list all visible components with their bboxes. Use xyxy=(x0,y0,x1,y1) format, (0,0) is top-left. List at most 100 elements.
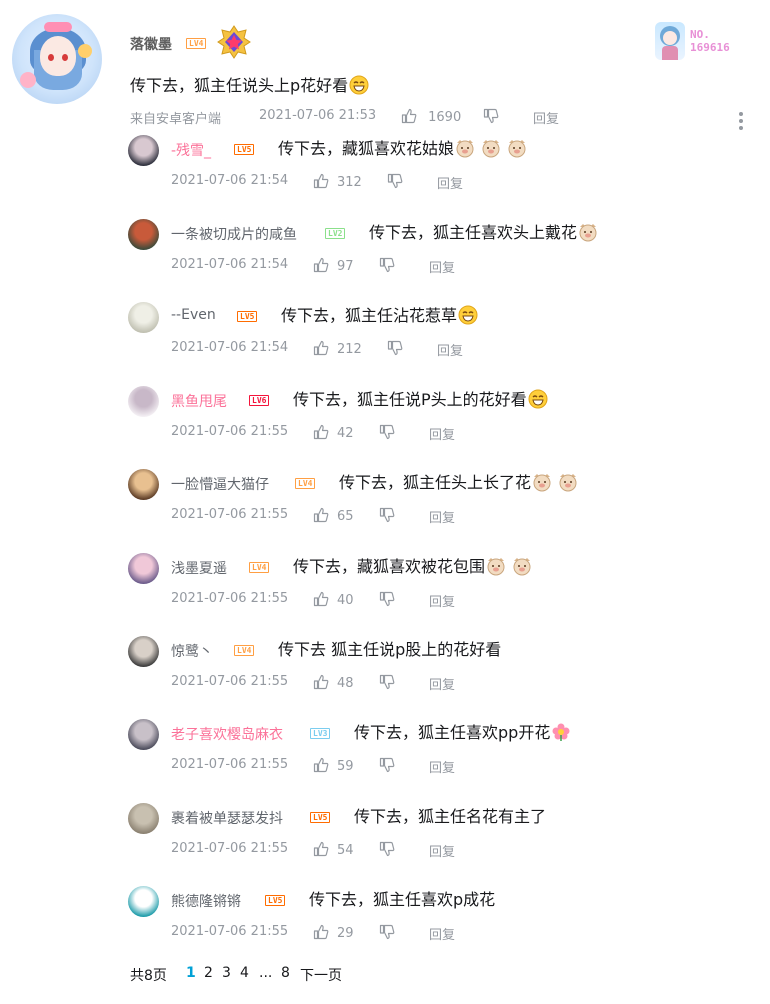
reply-text-content: 传下去，狐主任喜欢pp开花 xyxy=(354,723,551,742)
reply-avatar[interactable] xyxy=(128,719,159,750)
more-options-icon[interactable] xyxy=(738,112,744,132)
like-button[interactable]: 54 xyxy=(313,841,354,858)
timestamp: 2021-07-06 21:55 xyxy=(171,674,289,689)
dog-face-icon xyxy=(482,140,500,158)
reply-avatar[interactable] xyxy=(128,386,159,417)
reply-button[interactable]: 回复 xyxy=(429,507,455,526)
reply-avatar[interactable] xyxy=(128,803,159,834)
thumbs-up-icon xyxy=(313,757,329,773)
page-link-1[interactable]: 1 xyxy=(186,965,196,981)
like-button[interactable]: 312 xyxy=(313,173,362,190)
dislike-button[interactable] xyxy=(379,424,395,441)
reply-username[interactable]: 惊鹭丶 xyxy=(171,641,213,661)
like-button[interactable]: 65 xyxy=(313,507,354,524)
like-button[interactable]: 29 xyxy=(313,924,354,941)
reply-avatar[interactable] xyxy=(128,553,159,584)
reply-button[interactable]: 回复 xyxy=(437,340,463,359)
next-page-link[interactable]: 下一页 xyxy=(300,965,342,985)
reply-button[interactable]: 回复 xyxy=(429,424,455,443)
reply-button[interactable]: 回复 xyxy=(429,591,455,610)
reply-username[interactable]: 老子喜欢樱岛麻衣 xyxy=(171,724,283,744)
reply-avatar[interactable] xyxy=(128,636,159,667)
avatar-eye-right xyxy=(62,54,68,61)
like-count: 212 xyxy=(337,342,362,357)
thumbs-down-icon xyxy=(379,424,395,440)
reply-button[interactable]: 回复 xyxy=(429,257,455,276)
timestamp: 2021-07-06 21:54 xyxy=(171,340,289,355)
dislike-button[interactable] xyxy=(483,108,499,125)
reply-username[interactable]: 一脸懵逼大猫仔 xyxy=(171,474,269,494)
reply-item: 一条被切成片的咸鱼 LV2 传下去，狐主任喜欢头上戴花 2021-07-06 21:5… xyxy=(0,219,770,302)
reply-username[interactable]: 裹着被单瑟瑟发抖 xyxy=(171,808,283,828)
like-button[interactable]: 40 xyxy=(313,591,354,608)
reply-avatar[interactable] xyxy=(128,219,159,250)
page-link-3[interactable]: 3 xyxy=(222,965,231,981)
like-button[interactable]: 212 xyxy=(313,340,362,357)
reply-text: 传下去，狐主任喜欢p成花 xyxy=(309,886,495,910)
reply-button[interactable]: 回复 xyxy=(429,841,455,860)
reply-level-badge: LV3 xyxy=(310,728,331,739)
reply-avatar[interactable] xyxy=(128,469,159,500)
timestamp: 2021-07-06 21:55 xyxy=(171,507,289,522)
reply-avatar[interactable] xyxy=(128,302,159,333)
page-link-4[interactable]: 4 xyxy=(240,965,249,981)
dislike-button[interactable] xyxy=(379,591,395,608)
reply-username[interactable]: 黑鱼甩尾 xyxy=(171,391,227,411)
thumbs-up-icon xyxy=(313,674,329,690)
reply-avatar[interactable] xyxy=(128,135,159,166)
dislike-button[interactable] xyxy=(387,173,403,190)
reply-text-content: 传下去，藏狐喜欢花姑娘 xyxy=(278,139,455,158)
like-button[interactable]: 97 xyxy=(313,257,354,274)
like-button[interactable]: 59 xyxy=(313,757,354,774)
reply-button[interactable]: 回复 xyxy=(437,173,463,192)
reply-meta: 2021-07-06 21:55 59 回复 xyxy=(171,757,531,777)
reply-text: 传下去，狐主任头上长了花 xyxy=(339,469,578,493)
like-button[interactable]: 42 xyxy=(313,424,354,441)
reply-item: 老子喜欢樱岛麻衣 LV3 传下去，狐主任喜欢pp开花 2021-07-06 21:55… xyxy=(0,719,770,802)
reply-button[interactable]: 回复 xyxy=(429,757,455,776)
reply-level-badge: LV4 xyxy=(295,478,316,489)
timestamp: 2021-07-06 21:55 xyxy=(171,924,289,939)
grin-face-icon xyxy=(458,305,478,325)
like-count: 65 xyxy=(337,509,354,524)
dislike-button[interactable] xyxy=(379,257,395,274)
main-avatar[interactable] xyxy=(12,14,102,104)
page-link-2[interactable]: 2 xyxy=(204,965,213,981)
reply-username[interactable]: --Even xyxy=(171,307,216,323)
dislike-button[interactable] xyxy=(379,507,395,524)
reply-avatar[interactable] xyxy=(128,886,159,917)
reply-username[interactable]: 一条被切成片的咸鱼 xyxy=(171,224,297,244)
like-count: 1690 xyxy=(428,110,462,125)
reply-username[interactable]: 浅墨夏遥 xyxy=(171,558,227,578)
dislike-button[interactable] xyxy=(387,340,403,357)
main-comment-text: 传下去，狐主任说头上p花好看 xyxy=(130,72,369,96)
like-button[interactable]: 48 xyxy=(313,674,354,691)
thumbs-down-icon xyxy=(379,924,395,940)
reply-username[interactable]: -残雪_ xyxy=(171,140,211,160)
dislike-button[interactable] xyxy=(379,841,395,858)
reply-item: 浅墨夏遥 LV4 传下去，藏狐喜欢被花包围 2021-07-06 21:55 40 回复 xyxy=(0,553,770,636)
thumbs-up-icon xyxy=(313,841,329,857)
reply-text-content: 传下去，狐主任沾花惹草 xyxy=(281,306,458,325)
dislike-button[interactable] xyxy=(379,757,395,774)
like-count: 40 xyxy=(337,593,354,608)
reply-item: -残雪_ LV5 传下去，藏狐喜欢花姑娘 2021-07-06 21:54 312 回复 xyxy=(0,135,770,218)
reply-username[interactable]: 熊德隆锵锵 xyxy=(171,891,241,911)
reply-button[interactable]: 回复 xyxy=(429,674,455,693)
thumbs-up-icon xyxy=(313,507,329,523)
page-link-8[interactable]: 8 xyxy=(281,965,290,981)
flower-icon xyxy=(552,723,570,741)
thumbs-down-icon xyxy=(483,108,499,124)
reply-level-badge: LV5 xyxy=(310,812,331,823)
reply-button[interactable]: 回复 xyxy=(533,108,559,127)
main-username[interactable]: 落徽墨 xyxy=(130,34,172,54)
reply-meta: 2021-07-06 21:54 312 回复 xyxy=(171,173,531,193)
fan-nameplate[interactable]: NO. 169616 xyxy=(655,22,745,60)
dog-face-icon xyxy=(533,474,551,492)
dislike-button[interactable] xyxy=(379,924,395,941)
reply-button[interactable]: 回复 xyxy=(429,924,455,943)
like-button[interactable]: 1690 xyxy=(401,108,461,125)
dislike-button[interactable] xyxy=(379,674,395,691)
thumbs-down-icon xyxy=(379,674,395,690)
timestamp: 2021-07-06 21:53 xyxy=(259,108,377,123)
